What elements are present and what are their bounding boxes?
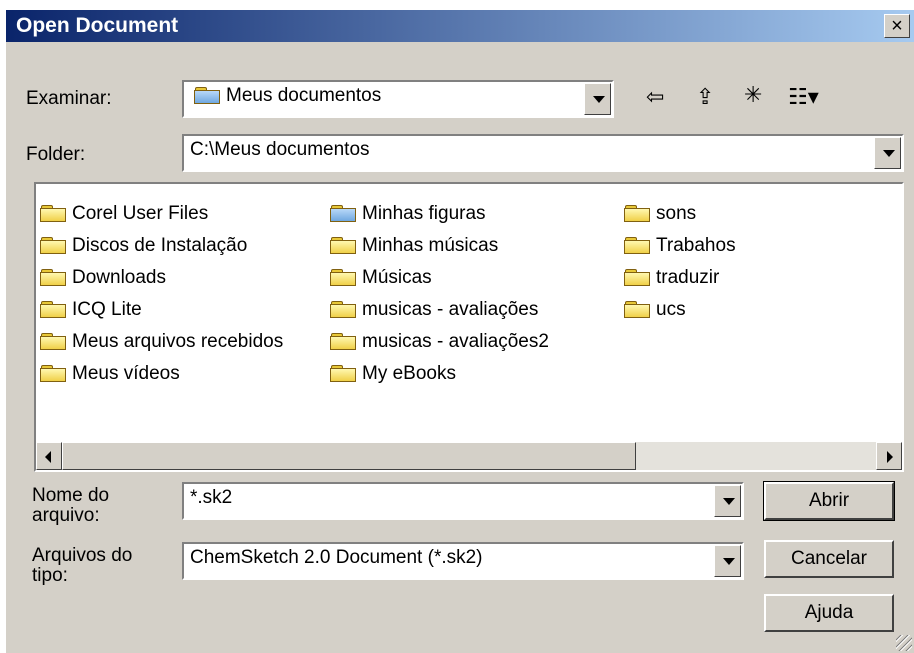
list-item[interactable]: My eBooks bbox=[330, 362, 456, 386]
title-bar[interactable]: Open Document × bbox=[6, 10, 914, 42]
help-button[interactable]: Ajuda bbox=[764, 594, 894, 632]
lookin-dropdown-button[interactable] bbox=[584, 83, 611, 115]
folder-path-value: C:\Meus documentos bbox=[190, 139, 370, 160]
folder-combo[interactable]: C:\Meus documentos bbox=[182, 134, 904, 172]
list-item[interactable]: Meus vídeos bbox=[40, 362, 180, 386]
list-item[interactable]: Downloads bbox=[40, 266, 166, 290]
list-item[interactable]: Minhas músicas bbox=[330, 234, 498, 258]
folder-icon bbox=[330, 333, 356, 350]
scroll-thumb[interactable] bbox=[62, 442, 636, 470]
filetype-dropdown-button[interactable] bbox=[714, 545, 741, 577]
list-item[interactable]: sons bbox=[624, 202, 696, 226]
folder-icon bbox=[330, 365, 356, 382]
folder-icon bbox=[330, 301, 356, 318]
scroll-left-icon[interactable] bbox=[36, 442, 62, 470]
list-item[interactable]: Meus arquivos recebidos bbox=[40, 330, 283, 354]
list-item[interactable]: ucs bbox=[624, 298, 686, 322]
folder-icon bbox=[624, 301, 650, 318]
horizontal-scrollbar[interactable] bbox=[36, 442, 902, 470]
list-item[interactable]: Discos de Instalação bbox=[40, 234, 247, 258]
folder-icon bbox=[40, 269, 66, 286]
new-folder-icon[interactable]: ✳ bbox=[744, 82, 762, 108]
open-button[interactable]: Abrir bbox=[763, 481, 895, 521]
list-item[interactable]: Músicas bbox=[330, 266, 432, 290]
pictures-folder-icon bbox=[330, 205, 356, 222]
list-item[interactable]: musicas - avaliações bbox=[330, 298, 538, 322]
cancel-button[interactable]: Cancelar bbox=[764, 540, 894, 578]
folder-icon bbox=[40, 301, 66, 318]
folder-icon bbox=[194, 87, 220, 104]
folder-icon bbox=[624, 205, 650, 222]
resize-grip[interactable] bbox=[896, 635, 912, 651]
list-item[interactable]: Trabahos bbox=[624, 234, 736, 258]
list-item[interactable]: Minhas figuras bbox=[330, 202, 486, 226]
filename-combo[interactable]: *.sk2 bbox=[182, 482, 744, 520]
folder-icon bbox=[40, 333, 66, 350]
scroll-right-icon[interactable] bbox=[876, 442, 902, 470]
filetype-value: ChemSketch 2.0 Document (*.sk2) bbox=[190, 547, 483, 568]
folder-icon bbox=[330, 237, 356, 254]
folder-icon bbox=[40, 365, 66, 382]
view-menu-icon[interactable]: ☷▾ bbox=[788, 84, 819, 110]
folder-icon bbox=[624, 237, 650, 254]
open-document-dialog: Open Document × Examinar: Meus documento… bbox=[4, 8, 914, 653]
lookin-combo[interactable]: Meus documentos bbox=[182, 80, 614, 118]
filename-label: Nome do arquivo: bbox=[32, 485, 110, 526]
lookin-label: Examinar: bbox=[26, 88, 112, 109]
filetype-label: Arquivos do tipo: bbox=[32, 545, 133, 586]
list-item[interactable]: ICQ Lite bbox=[40, 298, 142, 322]
folder-icon bbox=[40, 205, 66, 222]
folder-icon bbox=[624, 269, 650, 286]
list-item[interactable]: musicas - avaliações2 bbox=[330, 330, 549, 354]
folder-icon bbox=[330, 269, 356, 286]
list-item[interactable]: traduzir bbox=[624, 266, 719, 290]
filetype-combo[interactable]: ChemSketch 2.0 Document (*.sk2) bbox=[182, 542, 744, 580]
folder-label: Folder: bbox=[26, 144, 86, 165]
back-arrow-icon[interactable]: ⇦ bbox=[646, 84, 664, 110]
lookin-value: Meus documentos bbox=[226, 85, 382, 106]
folder-icon bbox=[40, 237, 66, 254]
filename-dropdown-button[interactable] bbox=[714, 485, 741, 517]
filename-value: *.sk2 bbox=[190, 487, 233, 508]
list-item[interactable]: Corel User Files bbox=[40, 202, 208, 226]
file-list[interactable]: Corel User Files Discos de Instalação Do… bbox=[34, 182, 904, 472]
up-folder-icon[interactable]: ⇪ bbox=[696, 84, 714, 110]
folder-dropdown-button[interactable] bbox=[874, 137, 901, 169]
close-button[interactable]: × bbox=[884, 14, 910, 38]
window-title: Open Document bbox=[16, 14, 179, 37]
